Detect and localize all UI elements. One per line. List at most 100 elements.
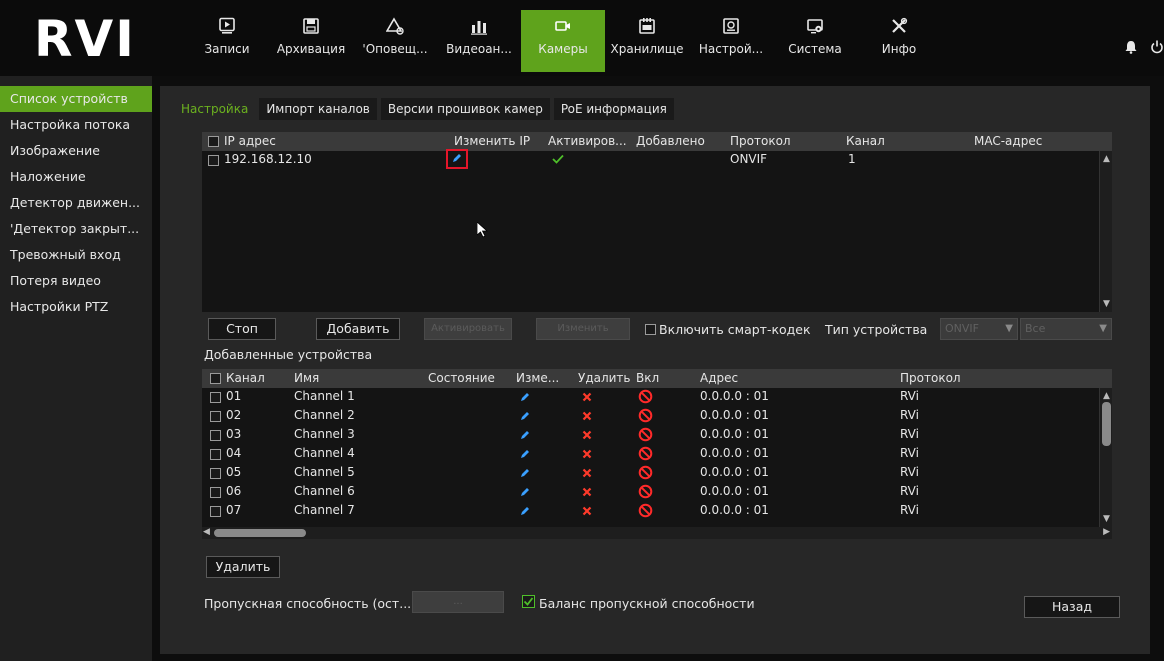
column-delete[interactable]: Удалить (578, 371, 631, 385)
row-checkbox[interactable] (210, 411, 221, 422)
scroll-up-icon[interactable]: ▲ (1100, 390, 1113, 402)
table-row[interactable]: 06 Channel 6 0.0.0.0 : 01 RVi (202, 483, 1112, 502)
sidebar-item-stream-settings[interactable]: Настройка потока (0, 112, 152, 138)
column-added[interactable]: Добавлено (636, 134, 705, 148)
column-protocol[interactable]: Протокол (730, 134, 791, 148)
row-checkbox[interactable] (210, 392, 221, 403)
delete-icon[interactable] (582, 486, 592, 500)
activate-button[interactable]: Активировать (424, 318, 512, 340)
row-checkbox[interactable] (210, 487, 221, 498)
select-all-checkbox[interactable] (208, 136, 219, 147)
row-checkbox[interactable] (210, 468, 221, 479)
nav-item-cameras[interactable]: Камеры (521, 10, 605, 72)
bandwidth-value-field[interactable]: ... (412, 591, 504, 613)
table-row[interactable]: 04 Channel 4 0.0.0.0 : 01 RVi (202, 445, 1112, 464)
table-row[interactable]: 02 Channel 2 0.0.0.0 : 01 RVi (202, 407, 1112, 426)
column-mac[interactable]: MAC-адрес (974, 134, 1042, 148)
sidebar-item-motion-detection[interactable]: Детектор движен... (0, 190, 152, 216)
disabled-status-icon[interactable] (638, 427, 653, 445)
column-activated[interactable]: Активиров... (548, 134, 627, 148)
scroll-left-icon[interactable]: ◀ (203, 527, 210, 537)
nav-item-alarm[interactable]: 'Оповещ... (353, 10, 437, 72)
table-row[interactable]: 05 Channel 5 0.0.0.0 : 01 RVi (202, 464, 1112, 483)
disabled-status-icon[interactable] (638, 446, 653, 464)
edit-icon[interactable] (520, 505, 530, 519)
disabled-status-icon[interactable] (638, 408, 653, 426)
tab-import-channels[interactable]: Импорт каналов (259, 98, 377, 120)
delete-icon[interactable] (582, 429, 592, 443)
sidebar-item-overlay[interactable]: Наложение (0, 164, 152, 190)
delete-icon[interactable] (582, 391, 592, 405)
row-checkbox[interactable] (210, 506, 221, 517)
bell-icon[interactable] (1124, 40, 1138, 57)
edit-icon[interactable] (520, 429, 530, 443)
nav-item-info[interactable]: Инфо (857, 10, 941, 72)
modify-button[interactable]: Изменить (536, 318, 630, 340)
smart-codec-checkbox[interactable] (645, 324, 656, 335)
table-row[interactable]: 07 Channel 7 0.0.0.0 : 01 RVi (202, 502, 1112, 521)
sidebar-item-tamper-detection[interactable]: 'Детектор закрыт... (0, 216, 152, 242)
column-channel[interactable]: Канал (846, 134, 885, 148)
device-type-select[interactable]: ONVIF ▼ (940, 318, 1018, 340)
row-checkbox[interactable] (210, 449, 221, 460)
scroll-right-icon[interactable]: ▶ (1103, 527, 1110, 537)
nav-item-archive[interactable]: Архивация (269, 10, 353, 72)
column-channel[interactable]: Канал (226, 371, 265, 385)
disabled-status-icon[interactable] (638, 503, 653, 521)
nav-item-system[interactable]: Система (773, 10, 857, 72)
delete-icon[interactable] (582, 467, 592, 481)
edit-icon[interactable] (520, 391, 530, 405)
horizontal-scrollbar[interactable]: ◀ ▶ (202, 527, 1112, 539)
vertical-scrollbar[interactable]: ▲ ▼ (1099, 388, 1112, 527)
edit-icon[interactable] (520, 467, 530, 481)
sidebar-item-image[interactable]: Изображение (0, 138, 152, 164)
column-ip[interactable]: IP адрес (224, 134, 276, 148)
sidebar-item-alarm-input[interactable]: Тревожный вход (0, 242, 152, 268)
delete-button[interactable]: Удалить (206, 556, 280, 578)
column-enabled[interactable]: Вкл (636, 371, 659, 385)
device-filter-select[interactable]: Все ▼ (1020, 318, 1112, 340)
column-protocol[interactable]: Протокол (900, 371, 961, 385)
select-all-checkbox[interactable] (210, 373, 221, 384)
column-name[interactable]: Имя (294, 371, 319, 385)
nav-item-analytics[interactable]: Видеоан... (437, 10, 521, 72)
scroll-down-icon[interactable]: ▼ (1100, 513, 1113, 525)
nav-item-storage[interactable]: Хранилище (605, 10, 689, 72)
table-row[interactable]: 01 Channel 1 0.0.0.0 : 01 RVi (202, 388, 1112, 407)
disabled-status-icon[interactable] (638, 389, 653, 407)
row-checkbox[interactable] (208, 155, 219, 166)
delete-icon[interactable] (582, 410, 592, 424)
scroll-thumb[interactable] (1102, 402, 1111, 446)
vertical-scrollbar[interactable]: ▲ ▼ (1099, 151, 1112, 312)
disabled-status-icon[interactable] (638, 465, 653, 483)
nav-item-records[interactable]: Записи (185, 10, 269, 72)
row-checkbox[interactable] (210, 430, 221, 441)
nav-item-settings[interactable]: Настрой... (689, 10, 773, 72)
delete-icon[interactable] (582, 505, 592, 519)
edit-icon[interactable] (520, 410, 530, 424)
table-row[interactable]: 03 Channel 3 0.0.0.0 : 01 RVi (202, 426, 1112, 445)
sidebar-item-video-loss[interactable]: Потеря видео (0, 268, 152, 294)
sidebar-item-device-list[interactable]: Список устройств (0, 86, 152, 112)
delete-icon[interactable] (582, 448, 592, 462)
back-button[interactable]: Назад (1024, 596, 1120, 618)
column-state[interactable]: Состояние (428, 371, 495, 385)
column-change-ip[interactable]: Изменить IP (454, 134, 530, 148)
column-edit[interactable]: Изме... (516, 371, 559, 385)
tab-poe-info[interactable]: PoE информация (553, 98, 674, 120)
stop-button[interactable]: Стоп (208, 318, 276, 340)
edit-icon[interactable] (520, 486, 530, 500)
tab-setup[interactable]: Настройка (174, 98, 255, 120)
add-button[interactable]: Добавить (316, 318, 400, 340)
disabled-status-icon[interactable] (638, 484, 653, 502)
sidebar-item-ptz-settings[interactable]: Настройки PTZ (0, 294, 152, 320)
scroll-thumb[interactable] (214, 529, 306, 537)
edit-icon[interactable] (520, 448, 530, 462)
scroll-up-icon[interactable]: ▲ (1100, 153, 1113, 165)
power-icon[interactable] (1150, 40, 1164, 57)
table-row[interactable]: 192.168.12.10 ONVIF 1 (202, 149, 1112, 169)
balance-checkbox[interactable] (522, 595, 535, 608)
column-address[interactable]: Адрес (700, 371, 738, 385)
tab-firmware-versions[interactable]: Версии прошивок камер (380, 98, 550, 120)
scroll-down-icon[interactable]: ▼ (1100, 298, 1113, 310)
